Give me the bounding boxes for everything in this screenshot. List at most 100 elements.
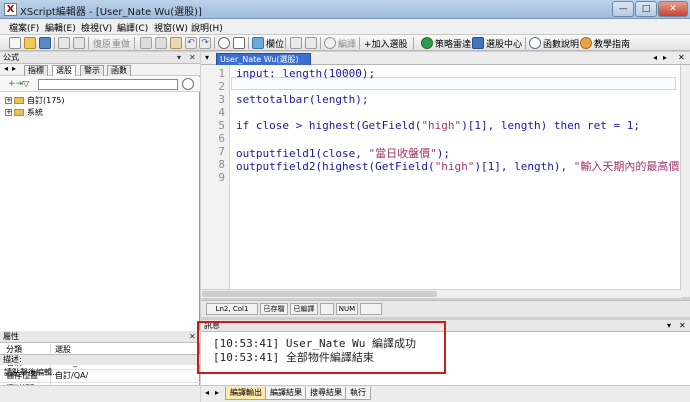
stock-center-button[interactable]: 選股中心 bbox=[486, 37, 522, 50]
tab-prev-icon[interactable]: ◂ bbox=[205, 388, 209, 397]
cursor-position: Ln2, Col1 bbox=[206, 303, 258, 315]
code-line[interactable]: if close > highest(GetField("high")[1], … bbox=[236, 119, 640, 132]
window-title: XScript編輯器 - [User_Nate Wu(選股)] bbox=[20, 7, 202, 18]
document-tab[interactable]: User_Nate Wu(選股) bbox=[216, 53, 311, 65]
expand-icon[interactable]: + bbox=[5, 109, 12, 116]
line-number-gutter: 1 2 3 4 5 6 7 8 9 bbox=[201, 65, 230, 297]
title-bar: X XScript編輯器 - [User_Nate Wu(選股)] — □ ✕ bbox=[0, 0, 690, 19]
replace-icon[interactable] bbox=[233, 37, 245, 49]
status-cell-empty bbox=[360, 303, 382, 315]
document-close-icon[interactable]: ✕ bbox=[678, 53, 685, 62]
tab-stock-selection[interactable]: 選股 bbox=[52, 65, 76, 76]
line-number: 7 bbox=[218, 145, 225, 158]
menu-help[interactable]: 說明(H) bbox=[191, 21, 223, 34]
formula-tabs: ◂ ▸ 指標 選股 警示 函數 bbox=[0, 64, 200, 76]
menu-window[interactable]: 視窗(W) bbox=[154, 21, 188, 34]
tab-next-icon[interactable]: ▸ bbox=[215, 388, 219, 397]
function-lookup-icon bbox=[529, 37, 541, 49]
editor-status-bar: Ln2, Col1 已存檔 已編譯 NUM bbox=[201, 300, 690, 317]
search-icon[interactable] bbox=[182, 78, 194, 90]
vertical-scrollbar[interactable] bbox=[680, 65, 690, 297]
pin-icon[interactable]: ▾ bbox=[667, 320, 671, 331]
font-size-icon[interactable] bbox=[305, 37, 317, 49]
search-row: +⇥ ▽ bbox=[0, 77, 200, 92]
add-selection-button[interactable]: +加入選股 bbox=[364, 37, 408, 50]
tab-next-icon[interactable]: ▸ bbox=[12, 64, 16, 73]
paste-icon[interactable] bbox=[170, 37, 182, 49]
expand-icon[interactable]: + bbox=[5, 97, 12, 104]
save-icon[interactable] bbox=[39, 37, 51, 49]
import-icon[interactable] bbox=[58, 37, 70, 49]
tree-node-system[interactable]: + 系統 bbox=[5, 107, 43, 118]
menu-compile[interactable]: 編譯(C) bbox=[117, 21, 148, 34]
code-token: )[1], length) then ret = 1; bbox=[461, 119, 640, 132]
status-cell-empty bbox=[320, 303, 334, 315]
line-number: 9 bbox=[218, 171, 225, 184]
tab-prev-icon[interactable]: ◂ bbox=[653, 53, 657, 62]
tab-functions[interactable]: 函數 bbox=[107, 65, 131, 76]
maximize-button[interactable]: □ bbox=[635, 1, 657, 17]
description-header: 描述: bbox=[0, 354, 200, 365]
tree-node-label: 自訂(175) bbox=[27, 96, 65, 105]
filter-icon[interactable]: ▽ bbox=[23, 79, 29, 88]
tree-node-custom[interactable]: + 自訂(175) bbox=[5, 95, 65, 106]
radar-button[interactable]: 策略雷達 bbox=[435, 37, 471, 50]
toolbar: 復原 重做 ↶ ↷ 欄位 編譯 +加入選股 策略雷達 選股中心 函數說明 教學指… bbox=[0, 35, 690, 51]
tab-compile-output[interactable]: 編譯輸出 bbox=[225, 387, 267, 400]
menu-edit[interactable]: 編輯(E) bbox=[45, 21, 76, 34]
tab-execution[interactable]: 執行 bbox=[345, 387, 371, 400]
tree-node-label: 系統 bbox=[27, 108, 43, 117]
position-button[interactable]: 欄位 bbox=[266, 37, 284, 50]
new-file-icon[interactable] bbox=[9, 37, 21, 49]
line-number: 3 bbox=[218, 93, 225, 106]
code-line[interactable]: input: length(10000); bbox=[236, 67, 375, 80]
search-icon[interactable] bbox=[218, 37, 230, 49]
code-token: input: length(10000); bbox=[236, 67, 376, 80]
tab-prev-icon[interactable]: ◂ bbox=[4, 64, 8, 73]
tab-compile-result[interactable]: 編譯結果 bbox=[265, 387, 307, 400]
cut-icon[interactable] bbox=[140, 37, 152, 49]
tab-indicators[interactable]: 指標 bbox=[24, 65, 48, 76]
teaching-button[interactable]: 教學指南 bbox=[594, 37, 630, 50]
pin-icon[interactable]: ▾ bbox=[177, 52, 181, 63]
toolbar-separator bbox=[413, 37, 414, 49]
code-line[interactable]: settotalbar(length); bbox=[236, 93, 368, 106]
redo-button[interactable]: 重做 bbox=[112, 37, 130, 50]
description-text[interactable]: 請點擊後編輯... bbox=[4, 367, 60, 378]
code-editor[interactable]: 1 2 3 4 5 6 7 8 9 input: length(10000); … bbox=[201, 65, 690, 297]
open-folder-icon[interactable] bbox=[24, 37, 36, 49]
format-icon[interactable] bbox=[290, 37, 302, 49]
code-token: outputfield2(highest(GetField( bbox=[236, 160, 435, 173]
copy-icon[interactable] bbox=[155, 37, 167, 49]
close-button[interactable]: ✕ bbox=[658, 1, 688, 17]
line-number: 2 bbox=[218, 80, 225, 93]
string-token: "high" bbox=[421, 119, 462, 132]
undo-button[interactable]: 復原 bbox=[93, 37, 111, 50]
code-line[interactable]: outputfield2(highest(GetField("high")[1]… bbox=[236, 158, 679, 174]
horizontal-scrollbar[interactable] bbox=[201, 289, 681, 298]
code-token: if close > highest(GetField( bbox=[236, 119, 422, 132]
minimize-button[interactable]: — bbox=[612, 1, 634, 17]
tab-search-result[interactable]: 搜尋結果 bbox=[305, 387, 347, 400]
menu-file[interactable]: 檔案(F) bbox=[9, 21, 39, 34]
toolbar-separator bbox=[88, 37, 89, 49]
menu-view[interactable]: 檢視(V) bbox=[81, 21, 112, 34]
tab-alerts[interactable]: 警示 bbox=[80, 65, 104, 76]
scrollbar-thumb[interactable] bbox=[202, 291, 437, 297]
formula-panel-title: 公式 bbox=[3, 53, 19, 62]
add-script-icon[interactable]: +⇥ bbox=[8, 79, 23, 89]
panel-close-icon[interactable]: ✕ bbox=[679, 320, 686, 331]
formula-panel-header: 公式 ▾ ✕ bbox=[0, 52, 200, 64]
tab-next-icon[interactable]: ▸ bbox=[663, 53, 667, 62]
toolbar-separator bbox=[359, 37, 360, 49]
properties-title: 屬性 bbox=[3, 332, 19, 341]
panel-close-icon[interactable]: ✕ bbox=[189, 331, 196, 342]
tab-scroll-icon[interactable]: ▾ bbox=[205, 53, 209, 62]
redo-icon[interactable]: ↷ bbox=[199, 37, 211, 49]
undo-icon[interactable]: ↶ bbox=[185, 37, 197, 49]
panel-close-icon[interactable]: ✕ bbox=[189, 52, 196, 63]
export-icon[interactable] bbox=[73, 37, 85, 49]
function-lookup-button[interactable]: 函數說明 bbox=[543, 37, 579, 50]
search-input[interactable] bbox=[38, 79, 178, 90]
compile-button[interactable]: 編譯 bbox=[338, 37, 356, 50]
